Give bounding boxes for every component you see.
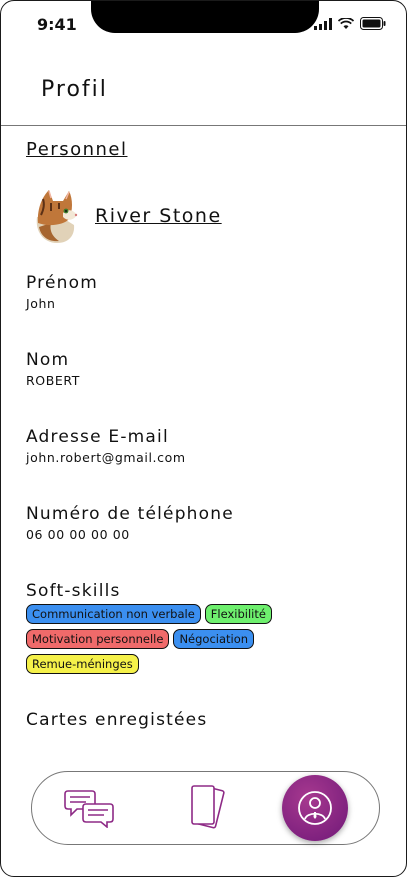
cards-icon xyxy=(191,785,225,829)
lastname-value: ROBERT xyxy=(26,373,81,388)
battery-icon xyxy=(360,17,386,30)
chat-icon xyxy=(64,790,114,828)
wifi-icon xyxy=(338,17,354,29)
skill-tag: Communication non verbale xyxy=(26,604,201,624)
skill-tag: Remue-méninges xyxy=(26,654,139,674)
saved-cards-label: Cartes enregistées xyxy=(26,710,208,730)
skill-tag: Négociation xyxy=(173,629,255,649)
phone-frame: 9:41 Profil Personnel River Stone Prénom… xyxy=(0,0,407,877)
firstname-value: John xyxy=(26,296,56,311)
status-icons xyxy=(314,17,386,30)
header: Profil xyxy=(1,61,406,126)
email-label: Adresse E-mail xyxy=(26,427,169,447)
skill-tag: Motivation personnelle xyxy=(26,629,170,649)
avatar[interactable] xyxy=(29,187,79,245)
firstname-label: Prénom xyxy=(26,273,98,293)
section-title: Personnel xyxy=(26,139,128,160)
email-value: john.robert@gmail.com xyxy=(26,450,186,465)
nav-profile[interactable] xyxy=(282,775,348,841)
user-name[interactable]: River Stone xyxy=(95,205,222,227)
soft-skills-tags: Communication non verbale Flexibilité Mo… xyxy=(26,604,356,679)
phone-label: Numéro de téléphone xyxy=(26,504,234,524)
status-time: 9:41 xyxy=(37,15,77,34)
phone-value: 06 00 00 00 00 xyxy=(26,527,130,542)
nav-cards[interactable] xyxy=(184,782,228,834)
profile-icon xyxy=(298,791,332,825)
lastname-label: Nom xyxy=(26,350,70,370)
soft-skills-label: Soft-skills xyxy=(26,581,121,601)
notch xyxy=(91,1,319,33)
nav-chat[interactable] xyxy=(62,786,118,830)
bottom-nav xyxy=(31,771,380,845)
skill-tag: Flexibilité xyxy=(204,604,272,624)
signal-icon xyxy=(314,17,332,30)
page-title: Profil xyxy=(41,77,108,102)
